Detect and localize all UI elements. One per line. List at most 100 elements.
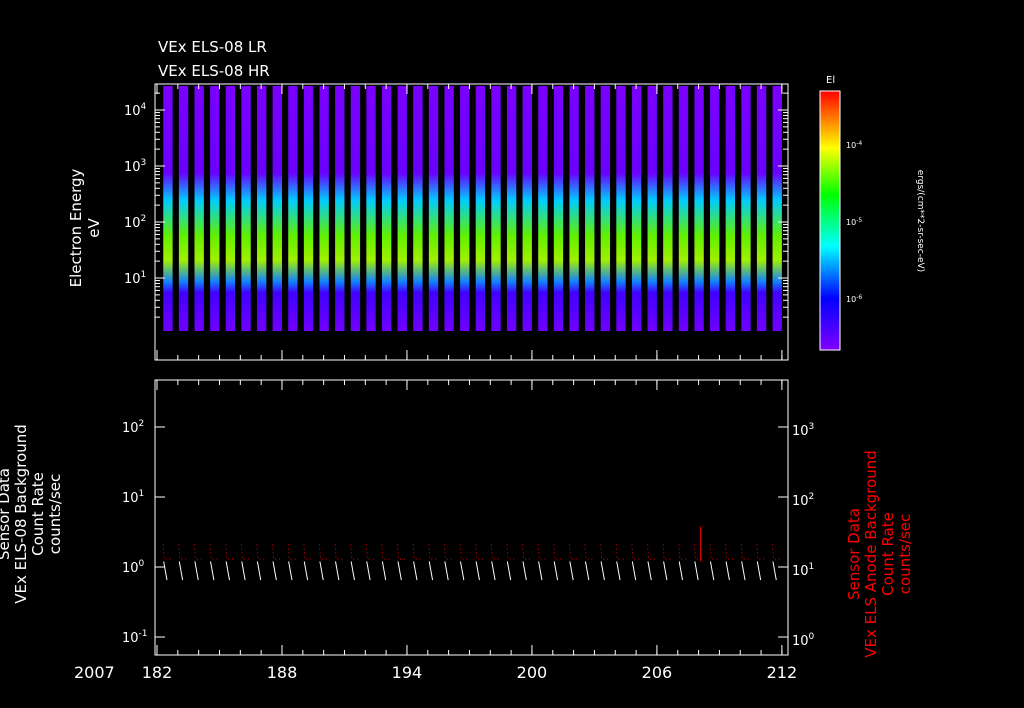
anode-trace bbox=[365, 544, 374, 560]
anode-trace bbox=[662, 544, 671, 560]
background-trace bbox=[288, 561, 293, 581]
bottom-panel-frame bbox=[154, 379, 789, 656]
spectrogram-orbit bbox=[256, 86, 267, 358]
spectrogram-orbit bbox=[350, 86, 361, 358]
spectrogram-orbit bbox=[178, 86, 189, 358]
anode-trace bbox=[412, 544, 421, 560]
anode-trace bbox=[350, 544, 359, 560]
spectrogram-orbit bbox=[460, 86, 470, 358]
y-tick-label: 101 bbox=[124, 270, 146, 287]
anode-trace bbox=[209, 544, 218, 560]
anode-trace bbox=[568, 544, 577, 560]
background-trace bbox=[772, 561, 777, 581]
anode-trace bbox=[193, 544, 202, 560]
anode-trace bbox=[678, 544, 687, 560]
anode-trace bbox=[287, 544, 296, 560]
spectrogram-orbit bbox=[710, 86, 720, 358]
background-trace bbox=[491, 561, 496, 581]
background-trace bbox=[475, 561, 480, 581]
x-tick-label: 200 bbox=[517, 663, 548, 682]
spectrogram-orbit bbox=[741, 86, 751, 358]
right-y-tick-label: 101 bbox=[792, 562, 814, 579]
plot-window: VEx ELS-08 LR VEx ELS-08 HR Electron Ene… bbox=[0, 0, 1024, 708]
spectrogram-orbit bbox=[663, 86, 673, 358]
spectrogram-orbit bbox=[413, 86, 423, 358]
background-trace bbox=[741, 561, 746, 581]
x-tick-label: 188 bbox=[267, 663, 298, 682]
anode-trace bbox=[318, 544, 327, 560]
anode-trace bbox=[256, 544, 265, 560]
anode-trace bbox=[615, 544, 624, 560]
background-trace bbox=[163, 561, 168, 581]
anode-trace bbox=[272, 544, 280, 560]
anode-trace bbox=[240, 544, 249, 560]
background-trace bbox=[663, 561, 668, 581]
background-trace bbox=[600, 561, 605, 581]
spectrogram-orbit bbox=[241, 86, 251, 358]
background-trace bbox=[709, 561, 715, 581]
colorbar-tick-label: 10-4 bbox=[846, 140, 862, 150]
spectrogram-orbit bbox=[725, 86, 736, 358]
y-tick-label: 102 bbox=[124, 214, 146, 231]
left-y-tick-label: 102 bbox=[122, 419, 144, 436]
anode-trace bbox=[225, 544, 234, 560]
background-trace bbox=[631, 561, 637, 581]
background-trace bbox=[366, 561, 371, 581]
spectrogram-orbit bbox=[225, 86, 236, 358]
anode-trace bbox=[740, 544, 749, 560]
spectrogram-orbit bbox=[288, 86, 298, 358]
anode-trace bbox=[709, 544, 718, 560]
background-trace bbox=[678, 561, 684, 581]
anode-trace bbox=[600, 544, 608, 560]
colorbar-tick-label: 10-6 bbox=[846, 294, 862, 304]
background-trace bbox=[256, 561, 262, 581]
background-trace bbox=[210, 561, 215, 581]
background-trace bbox=[584, 561, 590, 581]
right-y-tick-label: 100 bbox=[792, 632, 815, 649]
background-trace bbox=[506, 561, 512, 581]
background-trace bbox=[694, 561, 699, 581]
anode-trace bbox=[303, 544, 312, 560]
left-y-tick-label: 10-1 bbox=[122, 629, 148, 646]
anode-trace bbox=[443, 544, 452, 560]
anode-trace bbox=[647, 544, 655, 560]
anode-trace bbox=[459, 544, 468, 560]
anode-trace bbox=[475, 544, 483, 560]
anode-trace bbox=[397, 544, 405, 560]
spectrogram-orbit bbox=[569, 86, 579, 358]
background-trace bbox=[241, 561, 246, 581]
right-y-tick-label: 102 bbox=[792, 492, 814, 509]
anode-trace bbox=[631, 544, 640, 560]
left-y-tick-label: 100 bbox=[122, 559, 145, 576]
spectrogram-orbit bbox=[585, 86, 595, 358]
colorbar bbox=[819, 90, 841, 351]
spectrogram-orbit bbox=[428, 86, 439, 358]
spectrogram-orbit bbox=[397, 86, 407, 358]
spectrogram-orbit bbox=[210, 86, 220, 358]
spectrogram-orbit bbox=[522, 86, 532, 358]
spectrogram-orbit bbox=[194, 86, 204, 358]
background-trace bbox=[178, 561, 184, 581]
x-tick-label: 182 bbox=[142, 663, 173, 682]
background-trace bbox=[569, 561, 574, 581]
background-trace bbox=[647, 561, 652, 581]
anode-trace bbox=[490, 544, 499, 560]
background-trace bbox=[428, 561, 434, 581]
background-trace bbox=[538, 561, 543, 581]
x-tick-label: 206 bbox=[642, 663, 673, 682]
anode-trace bbox=[537, 544, 546, 560]
background-trace bbox=[303, 561, 309, 581]
y-tick-label: 103 bbox=[124, 158, 146, 175]
background-trace bbox=[413, 561, 418, 581]
spectrogram-orbit bbox=[506, 86, 517, 358]
spectrogram-orbit bbox=[694, 86, 704, 358]
spectrogram-orbit bbox=[756, 86, 767, 358]
anode-trace bbox=[381, 544, 390, 560]
spectrogram-orbit bbox=[475, 86, 486, 358]
anode-trace bbox=[334, 544, 343, 560]
background-trace bbox=[272, 561, 277, 581]
background-trace bbox=[756, 561, 762, 581]
background-trace bbox=[460, 561, 465, 581]
x-tick-label: 212 bbox=[767, 663, 798, 682]
anode-trace bbox=[428, 544, 437, 560]
